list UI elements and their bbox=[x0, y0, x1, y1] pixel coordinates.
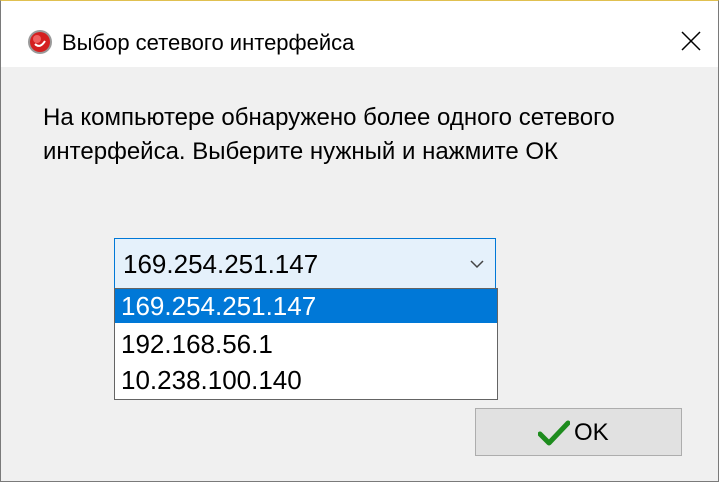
window-title: Выбор сетевого интерфейса bbox=[62, 30, 355, 55]
ok-button[interactable]: OK bbox=[475, 408, 682, 456]
close-icon bbox=[681, 31, 701, 51]
title-bar: Выбор сетевого интерфейса bbox=[1, 1, 718, 67]
dropdown-list: 169.254.251.147 192.168.56.1 10.238.100.… bbox=[114, 288, 498, 400]
chevron-down-icon[interactable] bbox=[469, 257, 485, 271]
dropdown-option[interactable]: 10.238.100.140 bbox=[115, 363, 497, 397]
checkmark-icon bbox=[538, 420, 570, 446]
select-current-value: 169.254.251.147 bbox=[123, 249, 319, 279]
dialog-message: На компьютере обнаружено более одного се… bbox=[43, 104, 615, 165]
app-logo-icon bbox=[28, 30, 52, 54]
ok-button-label: OK bbox=[574, 419, 609, 446]
network-interface-select[interactable]: 169.254.251.147 bbox=[114, 238, 496, 290]
close-button[interactable] bbox=[671, 25, 711, 59]
dropdown-option[interactable]: 169.254.251.147 bbox=[115, 289, 497, 323]
dropdown-option[interactable]: 192.168.56.1 bbox=[115, 327, 497, 361]
dialog-window: Выбор сетевого интерфейса На компьютере … bbox=[0, 0, 719, 482]
